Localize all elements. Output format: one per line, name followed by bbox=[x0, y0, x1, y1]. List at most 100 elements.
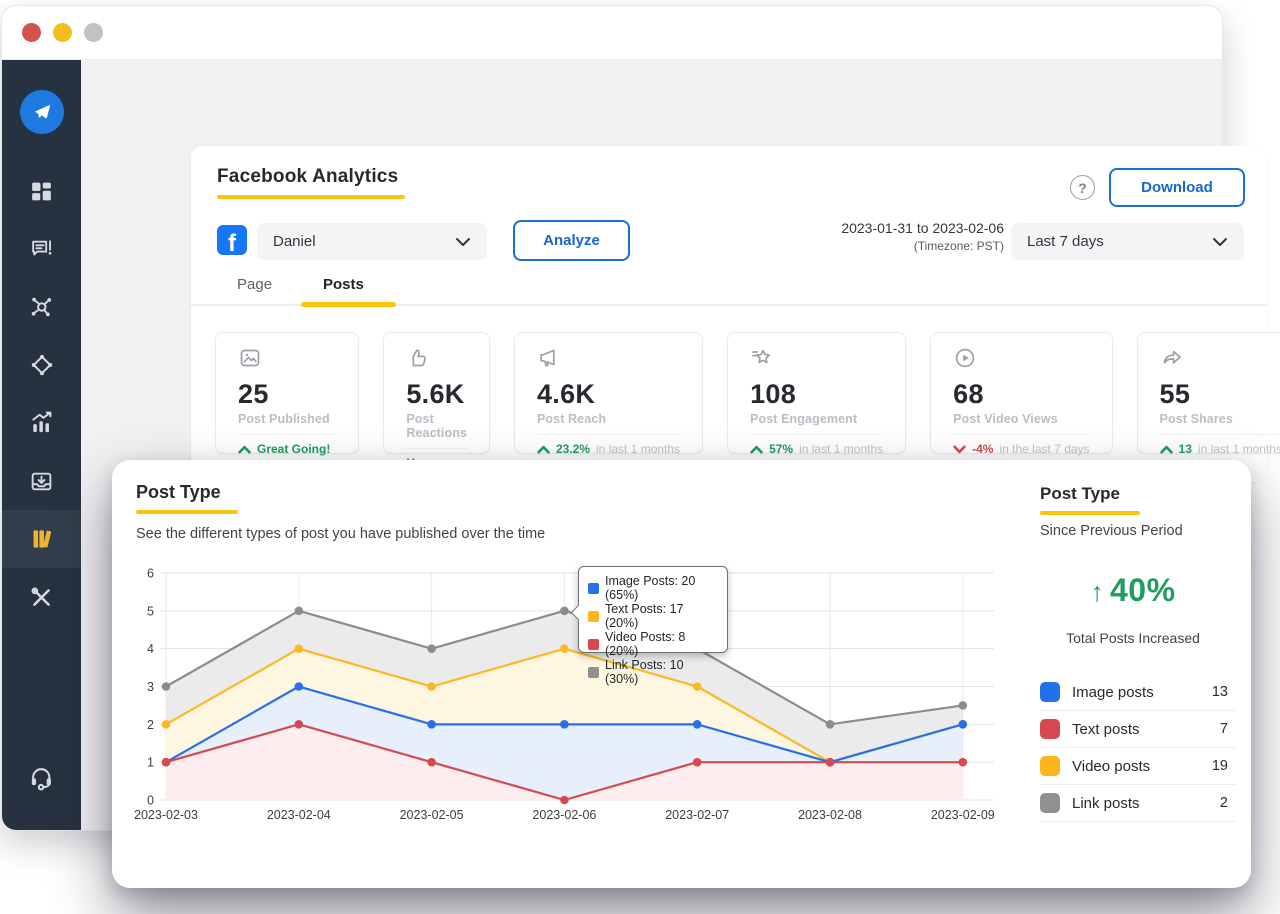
chart-subtitle: See the different types of post you have… bbox=[136, 526, 545, 542]
summary-title: Post Type bbox=[1040, 484, 1120, 504]
stat-value: 108 bbox=[750, 379, 883, 410]
account-select[interactable]: Daniel bbox=[257, 223, 487, 260]
app-logo[interactable] bbox=[20, 90, 64, 134]
tooltip-text: Video Posts: 8 (20%) bbox=[605, 630, 718, 658]
svg-text:3: 3 bbox=[147, 680, 154, 694]
total-change: ↑40% bbox=[1040, 572, 1226, 609]
trend-highlight: 23.2% bbox=[556, 442, 590, 456]
paper-plane-icon bbox=[30, 100, 54, 124]
legend-swatch-video-posts bbox=[1040, 756, 1060, 776]
tab-page[interactable]: Page bbox=[237, 276, 272, 293]
divider bbox=[537, 434, 680, 435]
date-range: 2023-01-31 to 2023-02-06 (Timezone: PST) bbox=[811, 220, 1004, 253]
maximize-window-button[interactable] bbox=[84, 23, 103, 42]
stat-label: Post Reach bbox=[537, 412, 680, 426]
sidebar-item-library[interactable] bbox=[2, 510, 81, 568]
diamond-route-icon bbox=[29, 352, 55, 378]
facebook-icon: f bbox=[217, 225, 247, 255]
sidebar-item-support[interactable] bbox=[2, 748, 81, 806]
legend-value: 7 bbox=[1220, 721, 1228, 737]
stat-card-post-published[interactable]: 25 Post Published Great Going! bbox=[215, 332, 359, 454]
close-window-button[interactable] bbox=[22, 23, 41, 42]
svg-text:2023-02-08: 2023-02-08 bbox=[798, 808, 862, 822]
legend-swatch-video-posts bbox=[588, 639, 599, 650]
stat-card-post-shares[interactable]: 55 Post Shares 13 in last 1 months bbox=[1137, 332, 1280, 454]
window-titlebar bbox=[2, 6, 1222, 60]
stat-value: 5.6K bbox=[406, 379, 467, 410]
svg-text:1: 1 bbox=[147, 756, 154, 770]
minimize-window-button[interactable] bbox=[53, 23, 72, 42]
trend-up-icon bbox=[238, 445, 251, 454]
download-button[interactable]: Download bbox=[1109, 168, 1245, 207]
stat-card-post-engagement[interactable]: 108 Post Engagement 57% in last 1 months bbox=[727, 332, 906, 454]
stat-card-post-reactions[interactable]: 5.6K Post Reactions Hooray bbox=[383, 332, 490, 454]
svg-text:2023-02-06: 2023-02-06 bbox=[532, 808, 596, 822]
post-type-card: Post Type See the different types of pos… bbox=[112, 460, 1251, 888]
tooltip-text: Image Posts: 20 (65%) bbox=[605, 574, 718, 602]
trend-highlight: -4% bbox=[972, 442, 993, 456]
thumbs-up-icon bbox=[406, 346, 430, 370]
title-accent-underline bbox=[136, 510, 238, 514]
trend-text: in the last 7 days bbox=[999, 442, 1089, 456]
trend-highlight: Great Going! bbox=[257, 442, 330, 456]
sidebar-item-tools[interactable] bbox=[2, 568, 81, 626]
stat-trend: 57% in last 1 months bbox=[750, 442, 883, 456]
stat-card-post-video-views[interactable]: 68 Post Video Views -4% in the last 7 da… bbox=[930, 332, 1112, 454]
dashboard-grid-icon bbox=[29, 179, 54, 204]
svg-text:4: 4 bbox=[147, 642, 154, 656]
legend-swatch-text-posts bbox=[1040, 719, 1060, 739]
stat-label: Post Reactions bbox=[406, 412, 467, 440]
sidebar-item-navigator[interactable] bbox=[2, 336, 81, 394]
trend-up-icon bbox=[750, 445, 763, 454]
bar-chart-trend-icon bbox=[29, 410, 55, 436]
chevron-down-icon bbox=[455, 237, 471, 247]
stat-value: 68 bbox=[953, 379, 1089, 410]
svg-text:2: 2 bbox=[147, 718, 154, 732]
stat-value: 55 bbox=[1160, 379, 1280, 410]
sidebar-nav bbox=[2, 162, 81, 626]
title-accent-underline bbox=[217, 195, 405, 199]
change-note: Total Posts Increased bbox=[1040, 630, 1226, 646]
sidebar-item-comments[interactable] bbox=[2, 220, 81, 278]
analyze-button[interactable]: Analyze bbox=[513, 220, 630, 261]
stat-label: Post Published bbox=[238, 412, 336, 426]
sidebar-item-network[interactable] bbox=[2, 278, 81, 336]
legend-row-video-posts: Video posts 19 bbox=[1040, 748, 1236, 785]
tooltip-row: Link Posts: 10 (30%) bbox=[588, 658, 718, 686]
stat-label: Post Video Views bbox=[953, 412, 1089, 426]
chat-alert-icon bbox=[29, 237, 54, 262]
chart-title: Post Type bbox=[136, 482, 221, 503]
stat-trend: 13 in last 1 months bbox=[1160, 442, 1280, 456]
books-icon bbox=[29, 526, 55, 552]
legend-value: 19 bbox=[1212, 758, 1228, 774]
legend-row-text-posts: Text posts 7 bbox=[1040, 711, 1236, 748]
svg-text:2023-02-05: 2023-02-05 bbox=[400, 808, 464, 822]
svg-text:2023-02-09: 2023-02-09 bbox=[931, 808, 995, 822]
stat-card-post-reach[interactable]: 4.6K Post Reach 23.2% in last 1 months bbox=[514, 332, 703, 454]
active-tab-underline bbox=[301, 302, 396, 307]
post-type-summary-panel: Post Type Since Previous Period ↑40% Tot… bbox=[1040, 460, 1240, 888]
sidebar-item-inbox[interactable] bbox=[2, 452, 81, 510]
stat-value: 4.6K bbox=[537, 379, 680, 410]
trend-highlight: 57% bbox=[769, 442, 793, 456]
legend-swatch-link-posts bbox=[1040, 793, 1060, 813]
sidebar-item-dashboard[interactable] bbox=[2, 162, 81, 220]
network-nodes-icon bbox=[29, 294, 55, 320]
period-select[interactable]: Last 7 days bbox=[1011, 223, 1244, 260]
divider bbox=[406, 448, 467, 449]
page-title: Facebook Analytics bbox=[217, 166, 398, 188]
legend-swatch-text-posts bbox=[588, 611, 599, 622]
stat-label: Post Engagement bbox=[750, 412, 883, 426]
tools-icon bbox=[29, 585, 54, 610]
svg-text:2023-02-04: 2023-02-04 bbox=[267, 808, 331, 822]
facebook-analytics-card: Facebook Analytics ? Download f Daniel A… bbox=[191, 146, 1267, 482]
legend-label: Text posts bbox=[1072, 721, 1140, 738]
title-accent-underline bbox=[1040, 511, 1140, 515]
sidebar-item-analytics[interactable] bbox=[2, 394, 81, 452]
period-select-value: Last 7 days bbox=[1027, 233, 1104, 250]
help-icon[interactable]: ? bbox=[1070, 175, 1095, 200]
trend-text: in last 1 months bbox=[596, 442, 680, 456]
tab-posts[interactable]: Posts bbox=[323, 276, 364, 293]
arrow-up-icon: ↑ bbox=[1090, 577, 1104, 607]
legend-swatch-image-posts bbox=[1040, 682, 1060, 702]
